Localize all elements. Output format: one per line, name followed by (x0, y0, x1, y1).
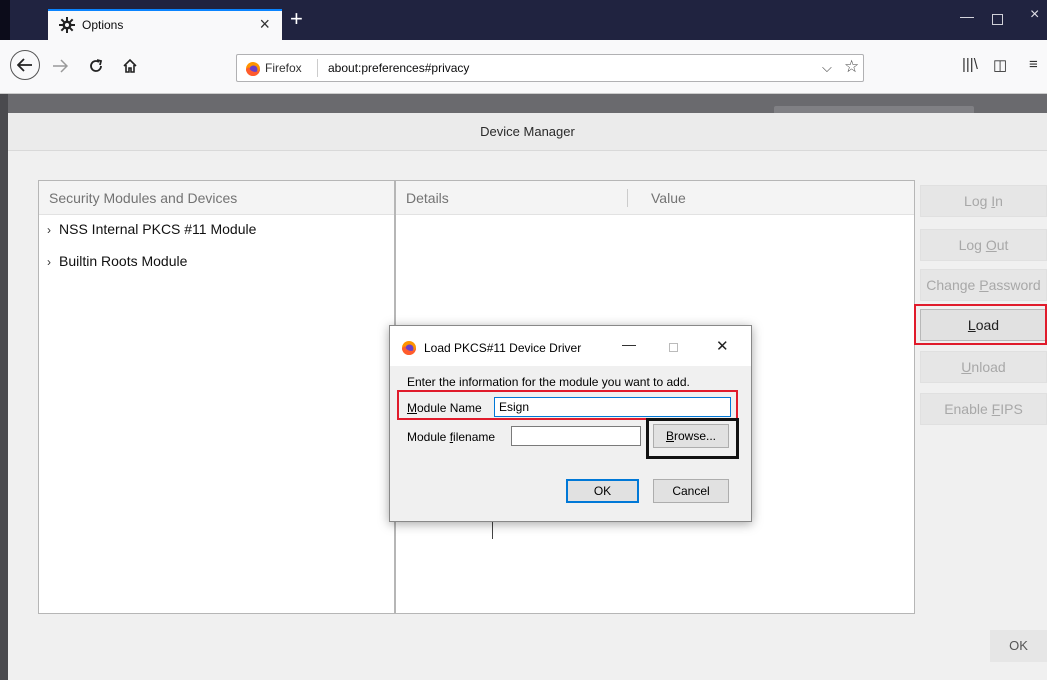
modules-column-header[interactable]: Security Modules and Devices (49, 181, 237, 215)
navigation-toolbar: Firefox about:preferences#privacy ⌵ ☆ ||… (0, 40, 1047, 94)
minimize-icon[interactable]: — (622, 336, 636, 352)
chevron-right-icon[interactable]: › (47, 223, 59, 237)
firefox-icon (246, 62, 260, 76)
load-dialog-titlebar: Load PKCS#11 Device Driver — ✕ (390, 326, 751, 366)
dialog-ok-button[interactable]: OK (990, 630, 1047, 662)
home-button[interactable] (116, 52, 144, 80)
close-tab-icon[interactable]: × (259, 14, 270, 34)
hamburger-menu-icon[interactable]: ≡ (1029, 56, 1038, 73)
url-bar[interactable]: Firefox about:preferences#privacy ⌵ ☆ (236, 54, 864, 82)
browse-highlight-box (646, 418, 739, 459)
column-separator[interactable] (627, 189, 628, 207)
value-column-header[interactable]: Value (651, 181, 686, 215)
load-dialog-ok-button[interactable]: OK (566, 479, 639, 503)
logout-button[interactable]: Log Out (920, 229, 1047, 261)
maximize-icon[interactable] (669, 343, 678, 352)
gear-icon (59, 17, 75, 33)
identity-label: Firefox (265, 61, 302, 75)
bookmark-star-icon[interactable]: ☆ (844, 58, 859, 76)
module-filename-input[interactable] (511, 426, 641, 446)
dialog-title: Device Manager (480, 124, 575, 139)
load-dialog-title: Load PKCS#11 Device Driver (424, 341, 582, 355)
maximize-button[interactable] (992, 14, 1003, 25)
page-left-edge (0, 94, 8, 680)
home-icon (123, 58, 137, 73)
close-icon[interactable]: ✕ (716, 337, 729, 355)
tree-item-builtin-roots[interactable]: › Builtin Roots Module (47, 253, 187, 269)
load-highlight-box (914, 304, 1047, 345)
tree-item-nss-internal[interactable]: › NSS Internal PKCS #11 Module (47, 221, 256, 237)
unload-button[interactable]: Unload (920, 351, 1047, 383)
reload-button[interactable] (82, 52, 110, 80)
module-filename-label: Module filename (407, 430, 496, 444)
tree-item-label: NSS Internal PKCS #11 Module (59, 221, 257, 237)
arrow-right-icon (53, 59, 68, 73)
titlebar-edge (0, 0, 10, 40)
arrow-left-icon (17, 58, 32, 72)
page-backdrop (0, 94, 1047, 116)
details-column-header[interactable]: Details (406, 181, 449, 215)
chevron-right-icon[interactable]: › (47, 255, 59, 269)
tree-item-label: Builtin Roots Module (59, 253, 188, 269)
login-button[interactable]: Log In (920, 185, 1047, 217)
firefox-icon (402, 341, 416, 355)
minimize-button[interactable]: — (960, 8, 974, 24)
tab-title: Options (82, 18, 124, 32)
new-tab-button[interactable]: + (290, 8, 303, 30)
url-text[interactable]: about:preferences#privacy (328, 61, 469, 75)
load-dialog-cancel-button[interactable]: Cancel (653, 479, 729, 503)
browser-titlebar: Options × + — × (0, 0, 1047, 40)
modules-tree[interactable]: Security Modules and Devices › NSS Intern… (38, 180, 395, 614)
close-window-button[interactable]: × (1030, 6, 1039, 24)
dialog-header: Device Manager (8, 113, 1047, 151)
url-separator (317, 59, 318, 77)
sidebar-icon[interactable]: ◫ (993, 56, 1007, 74)
forward-button[interactable] (46, 52, 74, 80)
enable-fips-button[interactable]: Enable FIPS (920, 393, 1047, 425)
load-dialog-message: Enter the information for the module you… (407, 375, 690, 389)
change-password-button[interactable]: Change Password (920, 269, 1047, 301)
back-button[interactable] (10, 50, 40, 80)
chevron-down-icon[interactable]: ⌵ (822, 60, 832, 76)
tab-options[interactable]: Options × (48, 9, 282, 40)
reload-icon (90, 59, 103, 72)
library-icon[interactable]: |||\ (962, 56, 978, 73)
module-name-highlight-box (397, 390, 738, 420)
